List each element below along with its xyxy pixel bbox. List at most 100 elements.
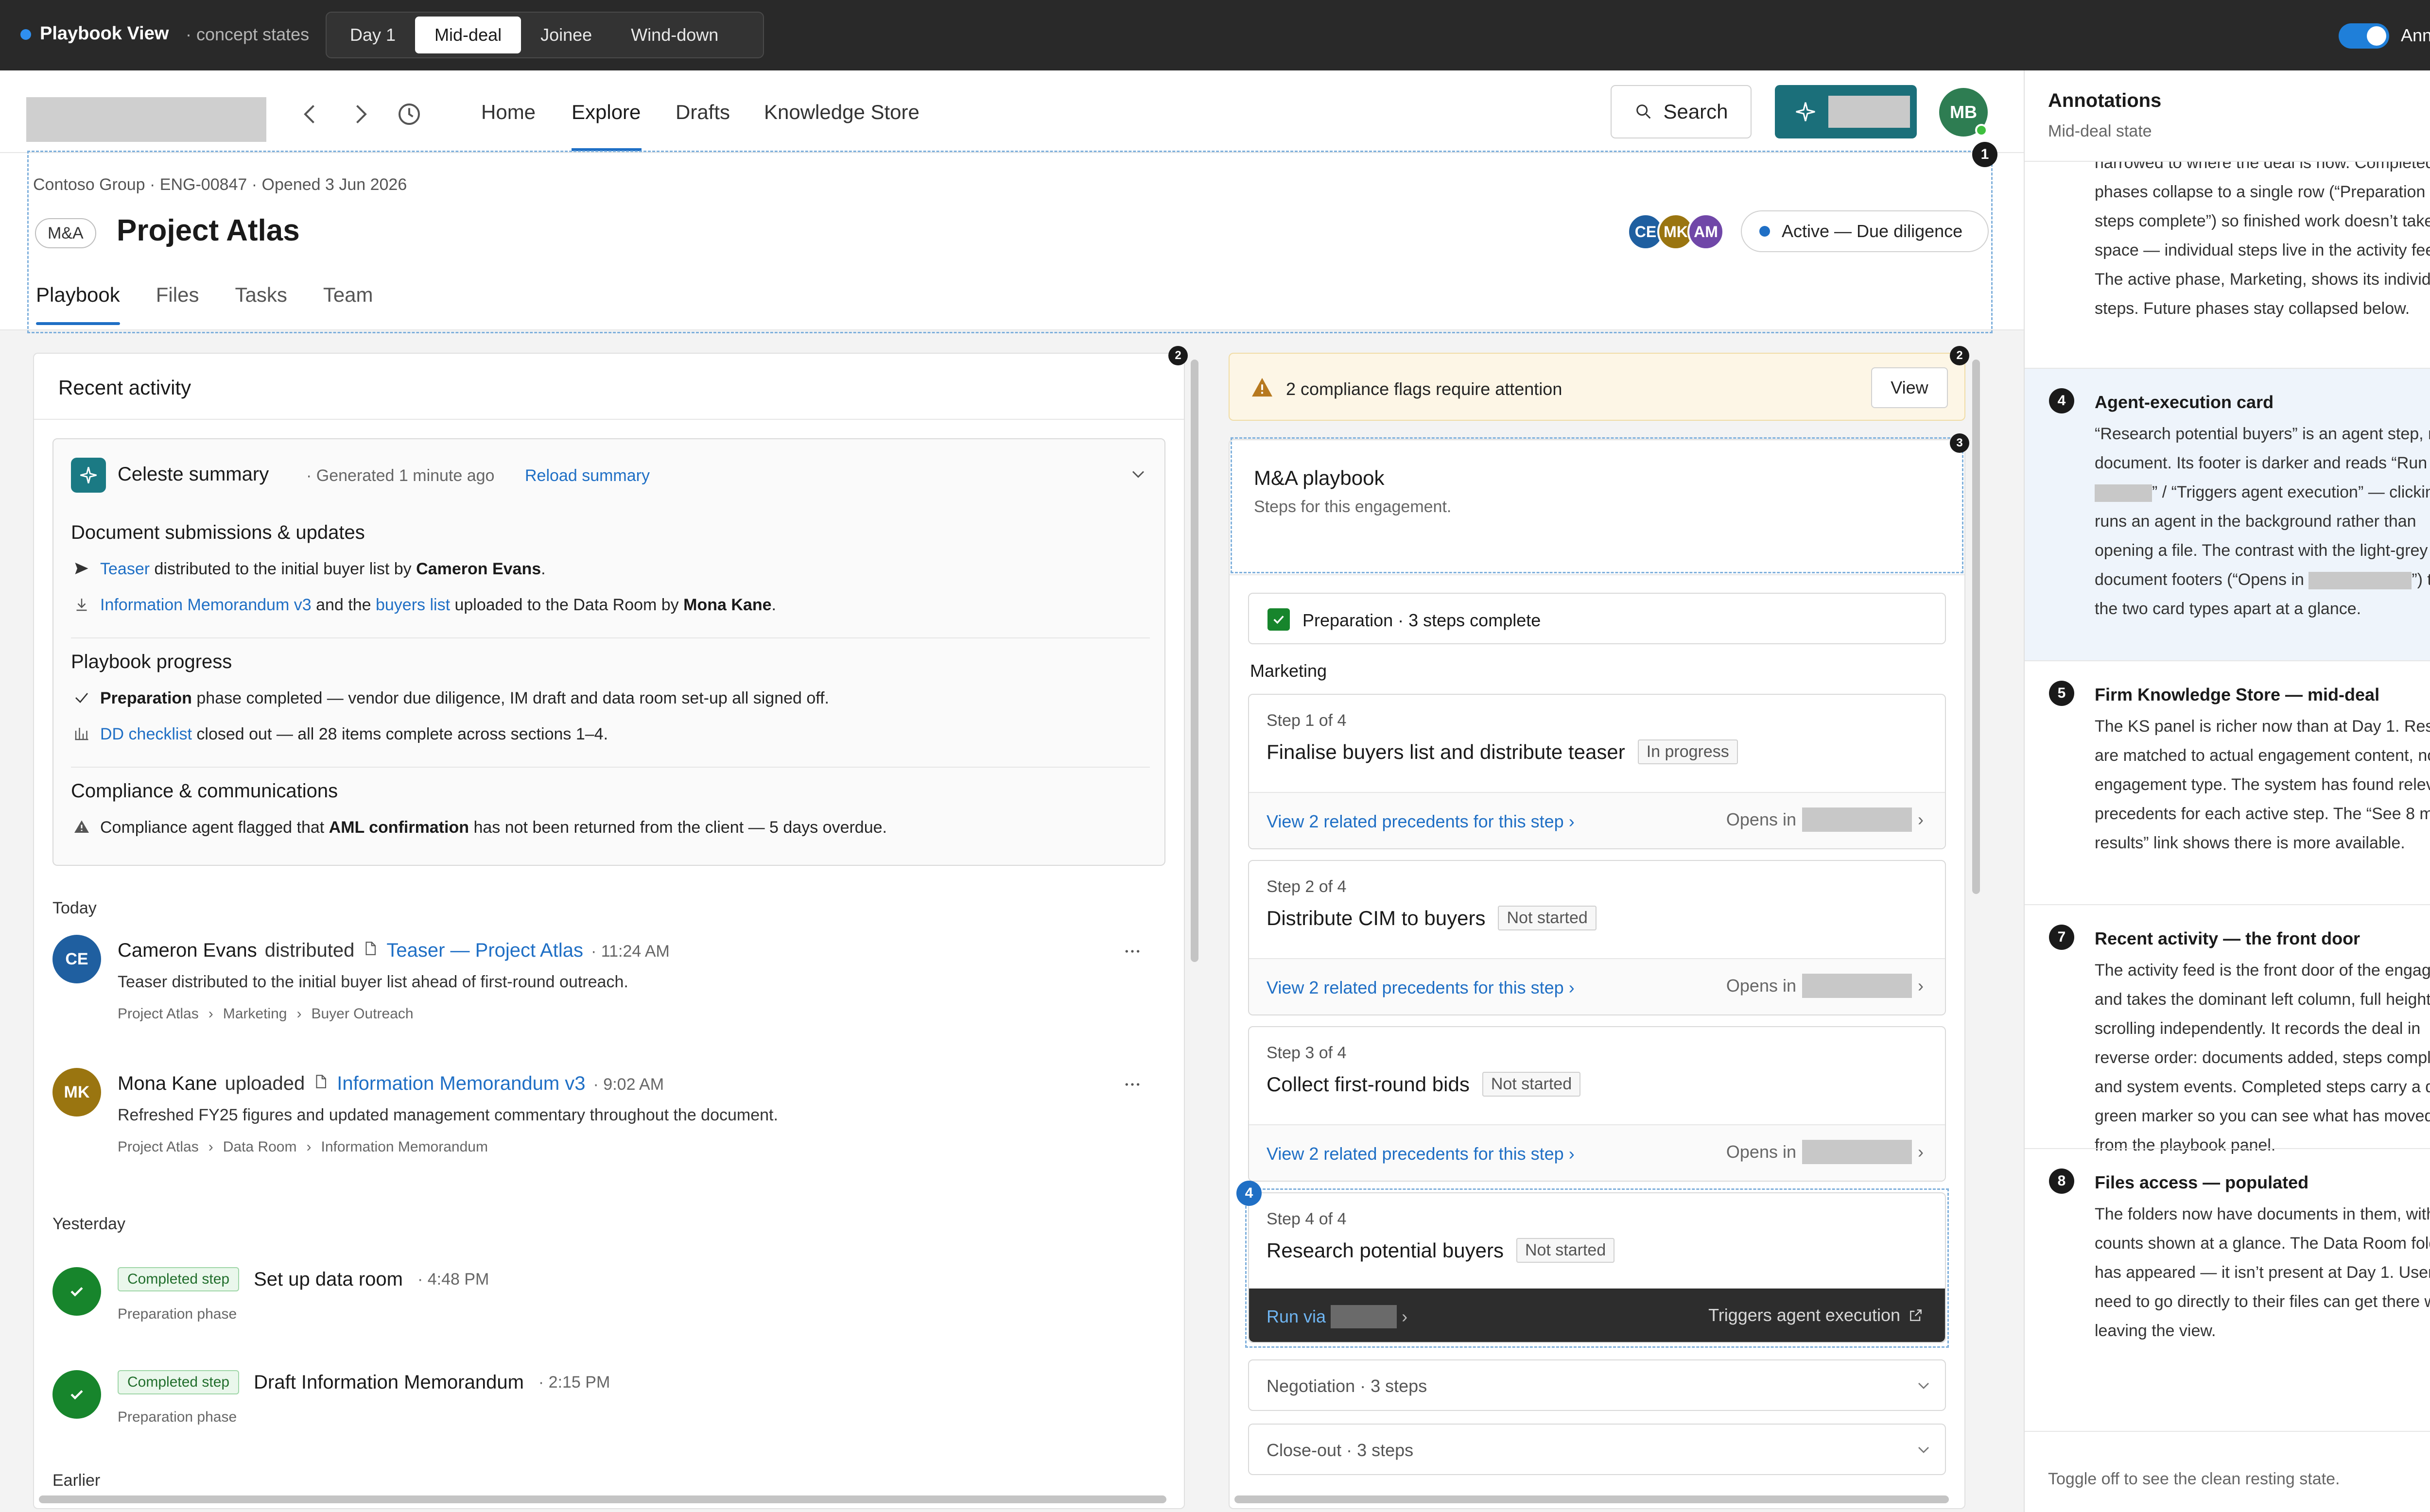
buyers-list-link[interactable]: buyers list [376,596,450,614]
path-segment[interactable]: Information Memorandum [321,1139,487,1155]
opens-in-label: Opens in [1726,976,1796,996]
completed-step-time: · 4:48 PM [417,1270,489,1289]
completed-check-icon [52,1370,101,1419]
opens-in-label: Opens in [1726,1142,1796,1162]
activity-line: Mona Kane uploaded Information Memorandu… [118,1073,664,1095]
state-tabs: Day 1 Mid-deal Joinee Wind-down [326,12,764,58]
phase-complete-check-icon [1267,608,1290,631]
state-tab-joinee[interactable]: Joinee [521,17,611,53]
path-segment[interactable]: Buyer Outreach [311,1006,413,1022]
nav-knowledge-store[interactable]: Knowledge Store [764,101,920,124]
docs-line-2: Information Memorandum v3 and the buyers… [100,596,776,615]
compliance-banner: 2 compliance flags require attention Vie… [1229,353,1965,421]
warning-icon [1251,377,1273,397]
activity-vertical-scrollbar[interactable] [1191,360,1198,962]
app-name-placeholder [1802,974,1912,998]
presence-dot [1975,124,1988,137]
document-icon [362,940,379,957]
dd-checklist-link[interactable]: DD checklist [100,725,192,743]
agent-label-placeholder [1828,96,1910,128]
activity-document-link[interactable]: Teaser — Project Atlas [386,940,583,962]
activity-verb: uploaded [225,1073,305,1094]
annotation-number: 8 [2049,1168,2074,1194]
related-precedents-link[interactable]: View 2 related precedents for this step … [1267,978,1575,998]
compliance-section-title: Compliance & communications [71,780,338,802]
step-footer: View 2 related precedents for this step … [1249,958,1945,1014]
divider [34,419,1184,420]
progress-phase-name: Preparation [100,689,192,707]
related-precedents-link[interactable]: View 2 related precedents for this step … [1267,1144,1575,1164]
progress-line-1-text: phase completed — vendor due diligence, … [191,689,829,707]
playbook-step-card[interactable]: Step 1 of 4 Finalise buyers list and dis… [1248,694,1946,849]
annotation-text: The KS panel is richer now than at Day 1… [2095,717,2430,852]
step-number: Step 2 of 4 [1267,877,1347,896]
annotations-scroll-area: narrowed to where the deal is now. Compl… [2025,162,2430,1415]
opens-in[interactable]: Opens in › [1726,808,1924,832]
opens-in[interactable]: Opens in › [1726,1140,1924,1164]
collapsed-phase-label: Close-out · 3 steps [1267,1440,1414,1460]
reload-summary-link[interactable]: Reload summary [525,466,650,485]
related-precedents-link[interactable]: View 2 related precedents for this step … [1267,811,1575,832]
playbook-vertical-scrollbar[interactable] [1972,360,1980,894]
activity-avatar: MK [52,1068,101,1117]
related-precedents-label: View 2 related precedents for this step [1267,1144,1564,1164]
search-button[interactable]: Search [1611,85,1752,138]
app-bar: Home Explore Drafts Knowledge Store Sear… [0,70,2024,153]
annotation-outline-3 [1231,437,1963,573]
state-tab-wind-down[interactable]: Wind-down [611,17,738,53]
path-segment[interactable]: Project Atlas [118,1006,199,1022]
completed-phase-row[interactable]: Preparation · 3 steps complete [1248,593,1946,644]
activity-item: CE Cameron Evans distributed Teaser — Pr… [34,935,1184,1042]
annotation-item-5: 5 Firm Knowledge Store — mid-deal The KS… [2025,661,2430,904]
annotation-title: Firm Knowledge Store — mid-deal [2095,685,2380,704]
activity-document-link[interactable]: Information Memorandum v3 [337,1073,585,1095]
state-tab-mid-deal[interactable]: Mid-deal [415,17,521,53]
collapsed-phase-close-out[interactable]: Close-out · 3 steps [1248,1424,1946,1475]
path-segment[interactable]: Project Atlas [118,1139,199,1155]
nav-explore[interactable]: Explore [572,101,641,124]
view-flags-button[interactable]: View [1871,367,1948,408]
more-options-icon[interactable] [1123,942,1142,961]
agent-button[interactable] [1775,85,1917,138]
playbook-step-card[interactable]: Step 2 of 4 Distribute CIM to buyers Not… [1248,860,1946,1015]
step-title-row: Distribute CIM to buyers Not started [1267,906,1597,930]
prototype-title: Playbook View [40,23,169,44]
step-title: Distribute CIM to buyers [1267,906,1486,929]
annotation-marker-2: 2 [1168,346,1188,365]
forward-icon[interactable] [346,100,375,129]
chevron-down-icon [1914,1440,1933,1460]
warning-icon [73,818,90,836]
annotation-marker-3: 3 [1950,433,1969,453]
more-options-icon[interactable] [1123,1075,1142,1094]
check-icon [73,689,90,706]
annotations-toggle[interactable] [2339,23,2389,49]
today-label: Today [52,899,97,917]
im-v3-link[interactable]: Information Memorandum v3 [100,596,312,614]
playbook-horizontal-scrollbar[interactable] [1234,1495,1949,1503]
progress-line-2: DD checklist closed out — all 28 items c… [100,725,608,744]
path-segment[interactable]: Marketing [223,1006,287,1022]
docs-line-1: Teaser distributed to the initial buyer … [100,560,546,579]
activity-horizontal-scrollbar[interactable] [39,1495,1166,1503]
chevron-down-icon [1914,1376,1933,1395]
chevron-down-icon[interactable] [1128,464,1149,485]
state-tab-day1[interactable]: Day 1 [330,17,415,53]
step-status-badge: Not started [1498,906,1597,930]
back-icon[interactable] [295,100,325,129]
path-segment[interactable]: Data Room [223,1139,297,1155]
nav-drafts[interactable]: Drafts [676,101,730,124]
app-name-placeholder [2308,572,2412,590]
nav-home[interactable]: Home [481,101,536,124]
opens-in[interactable]: Opens in › [1726,974,1924,998]
annotation-title: Files access — populated [2095,1172,2309,1192]
activity-description: Refreshed FY25 figures and updated manag… [118,1106,778,1124]
activity-path: Project Atlas › Marketing › Buyer Outreach [118,1006,414,1022]
compliance-item: AML confirmation [329,818,469,837]
completed-phase-label: Preparation · 3 steps complete [1302,610,1541,630]
playbook-step-card[interactable]: Step 3 of 4 Collect first-round bids Not… [1248,1026,1946,1182]
recent-activity-title: Recent activity [58,376,191,399]
history-icon[interactable] [395,100,424,129]
progress-line-1: Preparation phase completed — vendor due… [100,689,829,708]
collapsed-phase-negotiation[interactable]: Negotiation · 3 steps [1248,1359,1946,1411]
teaser-link[interactable]: Teaser [100,560,150,578]
